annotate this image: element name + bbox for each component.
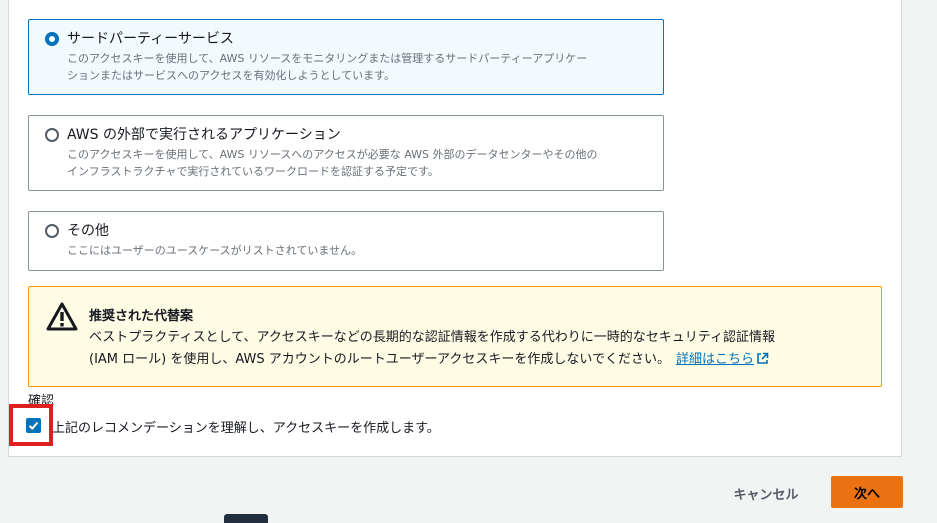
option-other[interactable]: その他 ここにはユーザーのユースケースがリストされていません。 <box>28 211 664 271</box>
option-description: このアクセスキーを使用して、AWS リソースをモニタリングまたは管理するサードパ… <box>67 50 649 84</box>
feedback-tab[interactable] <box>224 514 268 523</box>
warning-icon <box>46 302 78 331</box>
alert-title: 推奨された代替案 <box>89 309 194 324</box>
alert-body: ベストプラクティスとして、アクセスキーなどの長期的な認証情報を作成する代わりに一… <box>89 327 869 371</box>
option-description-line: このアクセスキーを使用して、AWS リソースをモニタリングまたは管理するサードパ… <box>67 52 588 65</box>
option-title: サードパーティーサービス <box>67 31 234 47</box>
alert-body-line-2: (IAM ロール) を使用し、AWS アカウントのルートユーザーアクセスキーを作… <box>89 349 869 371</box>
option-description-line: ここにはユーザーのユースケースがリストされていません。 <box>67 244 363 257</box>
next-button[interactable]: 次へ <box>831 476 903 508</box>
learn-more-label: 詳細はこちら <box>675 352 754 367</box>
confirm-checkbox[interactable] <box>26 418 41 433</box>
option-description-line: インフラストラクチャで実行されているワークロードを認証する予定です。 <box>67 165 439 178</box>
option-description-line: ションまたはサービスへのアクセスを有効化しようとしています。 <box>67 69 396 82</box>
checkmark-icon <box>28 421 39 430</box>
learn-more-link[interactable]: 詳細はこちら <box>676 352 769 367</box>
recommended-alternative-alert: 推奨された代替案 ベストプラクティスとして、アクセスキーなどの長期的な認証情報を… <box>28 286 882 387</box>
option-description-line: このアクセスキーを使用して、AWS リソースへのアクセスが必要な AWS 外部の… <box>67 148 598 161</box>
cancel-button[interactable]: キャンセル <box>720 478 812 508</box>
external-link-icon <box>757 352 769 364</box>
alert-body-line: ベストプラクティスとして、アクセスキーなどの長期的な認証情報を作成する代わりに一… <box>89 330 776 345</box>
confirm-checkbox-label[interactable]: 上記のレコメンデーションを理解し、アクセスキーを作成します。 <box>52 417 440 436</box>
option-description: ここにはユーザーのユースケースがリストされていません。 <box>67 242 649 259</box>
option-app-outside-aws[interactable]: AWS の外部で実行されるアプリケーション このアクセスキーを使用して、AWS … <box>28 115 664 191</box>
option-title: その他 <box>67 223 109 239</box>
radio-icon[interactable] <box>45 128 59 142</box>
alert-body-text: (IAM ロール) を使用し、AWS アカウントのルートユーザーアクセスキーを作… <box>89 352 670 367</box>
radio-icon[interactable] <box>45 224 59 238</box>
option-description: このアクセスキーを使用して、AWS リソースへのアクセスが必要な AWS 外部の… <box>67 146 649 180</box>
option-third-party-service[interactable]: サードパーティーサービス このアクセスキーを使用して、AWS リソースをモニタリ… <box>28 19 664 95</box>
radio-icon-selected[interactable] <box>45 32 59 46</box>
option-title: AWS の外部で実行されるアプリケーション <box>67 127 341 143</box>
